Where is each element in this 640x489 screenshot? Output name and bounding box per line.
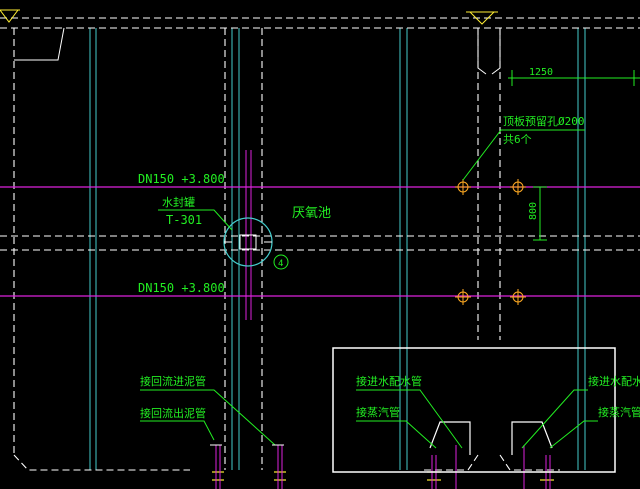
water-feed-left-label: 接进水配水管: [356, 374, 422, 388]
pipe-label-upper: DN150 +3.800: [138, 172, 225, 186]
tank-name: 厌氧池: [292, 206, 331, 221]
detail-notch-left: [429, 421, 471, 455]
steam-pipe-right-label: 接蒸汽管: [598, 405, 640, 419]
pipe-valve-icon: [212, 471, 554, 481]
return-sludge-out-label: 接回流出泥管: [140, 406, 206, 420]
triangle-support-icon: [0, 9, 498, 25]
corner-detail-right: [477, 28, 487, 75]
cyan-vertical-lines: [89, 28, 586, 470]
section-mark-text: 4: [278, 259, 283, 269]
roof-holes-count: 共6个: [503, 133, 532, 146]
seal-valve: [223, 217, 273, 267]
seal-valve-tag: T-301: [166, 213, 202, 227]
roof-holes-label: 顶板预留孔Ø200: [503, 114, 585, 128]
dimension-vertical-label: 800: [528, 202, 539, 220]
water-feed-right-label: 接进水配水管: [588, 374, 640, 388]
cad-drawing: DN150 +3.800 DN150 +3.800 水封罐 T-301 厌氧池 …: [0, 0, 640, 489]
steam-pipe-left-label: 接蒸汽管: [356, 405, 400, 419]
dimension-top: [508, 70, 640, 86]
return-sludge-out-leader: [140, 420, 215, 441]
dimension-top-label: 1250: [529, 67, 553, 78]
steam-pipe-right-leader: [549, 420, 598, 449]
pipe-label-lower: DN150 +3.800: [138, 281, 225, 295]
return-sludge-in-label: 接回流进泥管: [140, 374, 206, 388]
steam-pipe-left-leader: [356, 420, 437, 449]
crosshair-circle-icon: [455, 179, 526, 305]
water-feed-left-leader: [356, 389, 463, 449]
corner-detail-right-2: [491, 28, 501, 75]
corner-detail: [14, 27, 65, 61]
bottom-pipes: [215, 445, 551, 489]
detail-notch-right: [511, 421, 553, 455]
seal-valve-name: 水封罐: [162, 195, 195, 209]
